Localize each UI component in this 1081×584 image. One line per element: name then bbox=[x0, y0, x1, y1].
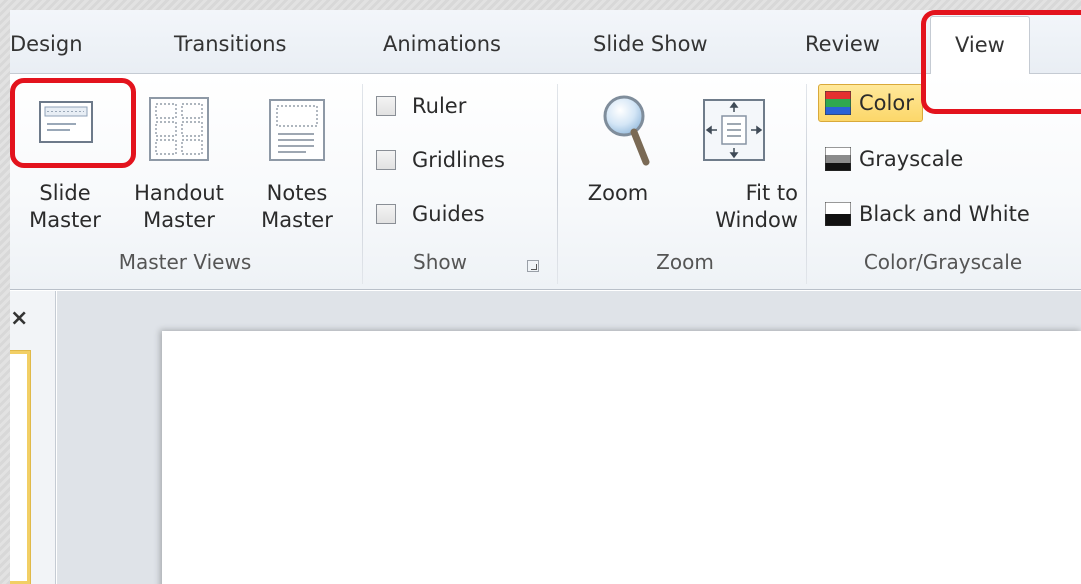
slide-master-icon bbox=[39, 101, 93, 143]
group-separator bbox=[806, 84, 807, 284]
powerpoint-window: Design Transitions Animations Slide Show… bbox=[10, 10, 1081, 584]
slide-thumbnail[interactable] bbox=[10, 351, 30, 584]
handout-master-label: Handout Master bbox=[134, 181, 224, 232]
slide-canvas[interactable] bbox=[162, 331, 1081, 584]
gridlines-label: Gridlines bbox=[412, 148, 505, 172]
tab-animations[interactable]: Animations bbox=[383, 32, 501, 56]
black-white-swatch-icon bbox=[825, 202, 851, 226]
tab-design[interactable]: Design bbox=[10, 32, 83, 56]
master-views-group-label: Master Views bbox=[118, 250, 252, 274]
close-pane-icon[interactable]: × bbox=[10, 306, 28, 331]
gridlines-checkbox-box[interactable] bbox=[376, 150, 396, 170]
gridlines-checkbox[interactable]: Gridlines bbox=[376, 145, 505, 175]
guides-checkbox[interactable]: Guides bbox=[376, 199, 485, 229]
guides-label: Guides bbox=[412, 202, 485, 226]
notes-master-button[interactable]: Notes Master bbox=[242, 84, 352, 244]
color-option[interactable]: Color bbox=[818, 84, 923, 122]
slide-editing-area bbox=[57, 291, 1081, 584]
group-separator bbox=[557, 84, 558, 284]
notes-master-label: Notes Master bbox=[261, 181, 333, 232]
slide-master-label: Slide Master bbox=[29, 181, 101, 232]
zoom-label: Zoom bbox=[587, 181, 649, 205]
zoom-group-label: Zoom bbox=[656, 250, 714, 274]
show-dialog-launcher-icon[interactable] bbox=[527, 260, 539, 272]
ruler-checkbox-box[interactable] bbox=[376, 96, 396, 116]
group-separator bbox=[362, 84, 363, 284]
handout-master-icon bbox=[149, 97, 209, 161]
tab-transitions[interactable]: Transitions bbox=[174, 32, 287, 56]
fit-to-window-button[interactable]: Fit to Window bbox=[676, 84, 798, 244]
guides-checkbox-box[interactable] bbox=[376, 204, 396, 224]
fit-to-window-icon bbox=[703, 99, 765, 161]
grayscale-option[interactable]: Grayscale bbox=[825, 140, 963, 178]
show-group-label: Show bbox=[413, 250, 467, 274]
ruler-checkbox[interactable]: Ruler bbox=[376, 91, 466, 121]
tab-slide-show[interactable]: Slide Show bbox=[593, 32, 708, 56]
handout-master-button[interactable]: Handout Master bbox=[116, 84, 242, 244]
ruler-label: Ruler bbox=[412, 94, 467, 118]
grayscale-swatch-icon bbox=[825, 147, 851, 171]
ribbon-tab-strip: Design Transitions Animations Slide Show… bbox=[10, 10, 1081, 75]
slide-master-button[interactable]: Slide Master bbox=[10, 84, 120, 244]
tab-view[interactable]: View bbox=[930, 16, 1030, 75]
color-grayscale-group-label: Color/Grayscale bbox=[863, 250, 1023, 274]
magnifier-icon bbox=[603, 95, 650, 166]
fit-to-window-label: Fit to Window bbox=[715, 181, 798, 232]
grayscale-label: Grayscale bbox=[859, 147, 964, 171]
ribbon-view: Slide Master Handout Master Notes Master… bbox=[10, 74, 1081, 290]
color-label: Color bbox=[859, 91, 914, 115]
color-swatch-icon bbox=[825, 91, 851, 115]
zoom-button[interactable]: Zoom bbox=[570, 84, 676, 244]
tab-review[interactable]: Review bbox=[805, 32, 880, 56]
black-and-white-label: Black and White bbox=[859, 202, 1030, 226]
notes-master-icon bbox=[269, 99, 325, 161]
black-and-white-option[interactable]: Black and White bbox=[825, 195, 1030, 233]
